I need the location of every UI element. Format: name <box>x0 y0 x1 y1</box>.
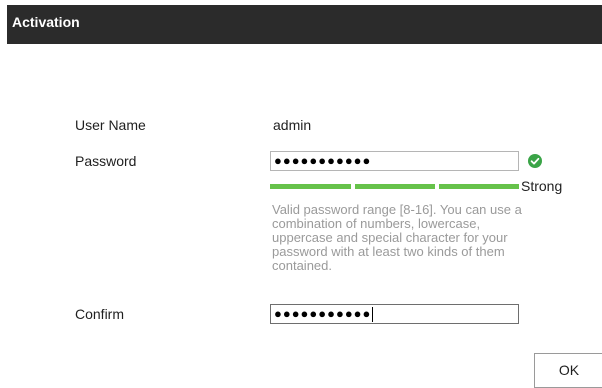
confirm-input-value: ●●●●●●●●●●● <box>274 306 372 321</box>
strength-segment-1 <box>270 184 351 189</box>
confirm-password-input[interactable]: ●●●●●●●●●●● <box>270 304 519 324</box>
ok-button[interactable]: OK <box>534 353 602 388</box>
password-hint: Valid password range [8-16]. You can use… <box>272 202 522 273</box>
text-caret <box>372 307 374 323</box>
password-input[interactable]: ●●●●●●●●●●● <box>270 151 519 171</box>
strength-segment-2 <box>355 184 435 189</box>
check-circle-icon <box>528 154 542 168</box>
strength-segment-3 <box>439 184 519 189</box>
password-strength-label: Strong <box>521 178 563 194</box>
password-input-value: ●●●●●●●●●●● <box>274 153 372 168</box>
confirm-label: Confirm <box>75 306 125 322</box>
username-label: User Name <box>75 117 146 133</box>
password-label: Password <box>75 153 137 169</box>
dialog-title: Activation <box>12 14 80 30</box>
dialog-header: Activation <box>7 5 602 44</box>
username-value: admin <box>273 117 312 133</box>
password-strength-meter <box>270 184 519 189</box>
